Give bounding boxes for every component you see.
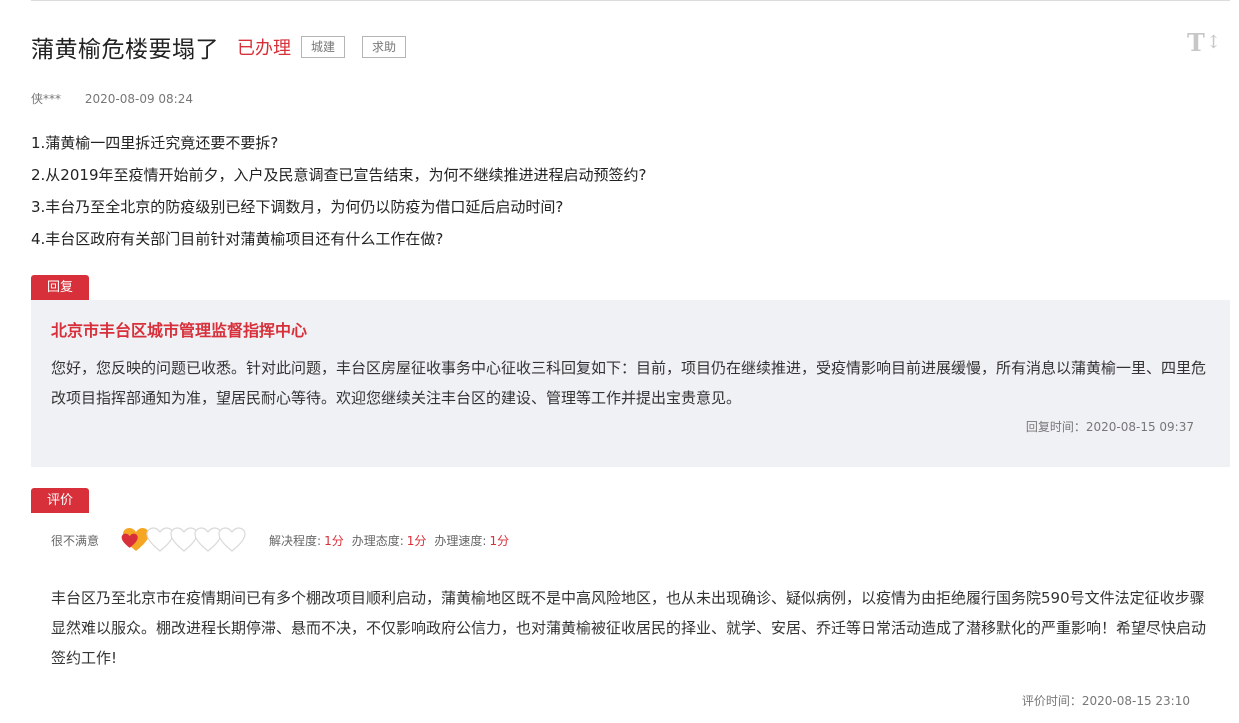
top-divider: [31, 0, 1230, 1]
category-tag-urban[interactable]: 城建: [301, 36, 346, 58]
page-title: 蒲黄榆危楼要塌了: [31, 37, 219, 63]
question-item: 1.蒲黄榆一四里拆迁究竟还要不要拆?: [31, 134, 279, 152]
reply-label: 回复: [31, 275, 89, 300]
post-meta: 侠*** 2020-08-09 08:24: [31, 90, 193, 107]
status-label: 已办理: [237, 38, 291, 59]
score-label-speed: 办理速度:: [434, 533, 487, 548]
satisfaction-level: 很不满意: [51, 533, 100, 548]
reply-text: 您好，您反映的问题已收悉。针对此问题，丰台区房屋征收事务中心征收三科回复如下：目…: [51, 359, 1207, 407]
title-row: 蒲黄榆危楼要塌了 已办理 城建 求助: [31, 30, 407, 64]
score-list: 解决程度: 1分 办理态度: 1分 办理速度: 1分: [269, 532, 517, 549]
category-tag-help[interactable]: 求助: [362, 36, 407, 58]
question-item: 3.丰台乃至全北京的防疫级别已经下调数月，为何仍以防疫为借口延后启动时间?: [31, 198, 564, 216]
heart-empty-icon: [218, 527, 246, 552]
rating-row: 很不满意 解决程度: 1分 办理态度: 1分 办理速度: 1分: [51, 527, 517, 553]
evaluation-text: 丰台区乃至北京市在疫情期间已有多个棚改项目顺利启动，蒲黄榆地区既不是中高风险地区…: [51, 589, 1207, 667]
score-value-resolution: 1分: [324, 533, 344, 548]
evaluation-time: 评价时间：2020-08-15 23:10: [1021, 694, 1190, 708]
heart-rating: [121, 527, 246, 553]
font-size-toggle-icon[interactable]: T ↕: [1187, 28, 1221, 57]
post-date: 2020-08-09 08:24: [84, 92, 193, 106]
score-value-speed: 1分: [489, 533, 510, 548]
reply-time: 回复时间：2020-08-15 09:37: [1025, 420, 1194, 434]
score-value-attitude: 1分: [406, 533, 427, 548]
score-label-resolution: 解决程度:: [269, 533, 322, 548]
author-name: 侠***: [31, 92, 62, 106]
reply-organization: 北京市丰台区城市管理监督指挥中心: [51, 321, 308, 340]
question-list: 1.蒲黄榆一四里拆迁究竟还要不要拆? 2.从2019年至疫情开始前夕，入户及民意…: [31, 127, 646, 255]
question-item: 2.从2019年至疫情开始前夕，入户及民意调查已宣告结束，为何不继续推进进程启动…: [31, 166, 647, 184]
question-item: 4.丰台区政府有关部门目前针对蒲黄榆项目还有什么工作在做?: [31, 230, 444, 248]
score-label-attitude: 办理态度:: [351, 533, 404, 548]
evaluation-label: 评价: [31, 488, 89, 513]
reply-box: 北京市丰台区城市管理监督指挥中心 您好，您反映的问题已收悉。针对此问题，丰台区房…: [31, 300, 1230, 467]
